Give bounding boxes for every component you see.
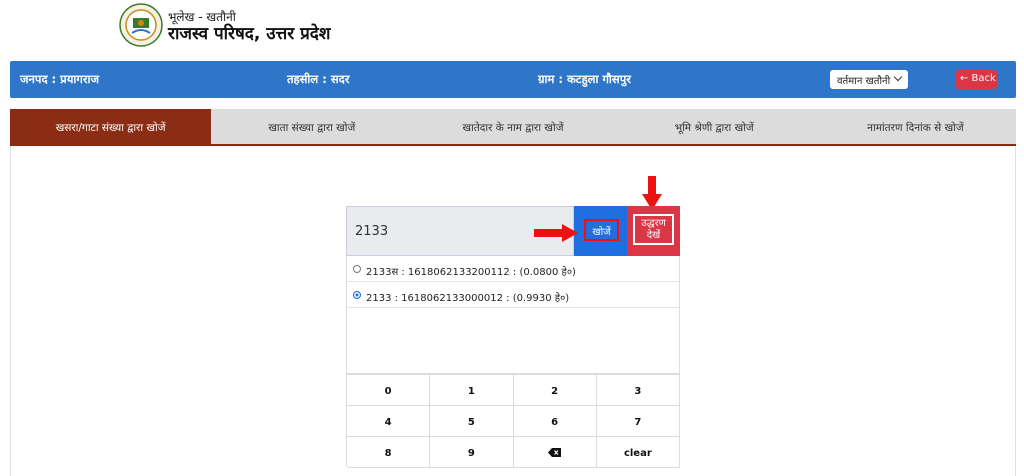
tab-khasra-search[interactable]: खसरा/गाटा संख्या द्वारा खोजें bbox=[10, 109, 212, 144]
key-backspace[interactable] bbox=[513, 437, 597, 468]
search-row: 2133 खोजें उद्धरण देखें bbox=[346, 206, 680, 256]
key-9[interactable]: 9 bbox=[430, 437, 514, 468]
search-button[interactable]: खोजें bbox=[574, 206, 627, 256]
result-text: 2133 : 1618062133000012 : (0.9930 हे०) bbox=[366, 293, 570, 304]
key-7[interactable]: 7 bbox=[596, 406, 680, 437]
view-extract-button-label: उद्धरण देखें bbox=[633, 214, 674, 245]
key-clear[interactable]: clear bbox=[596, 437, 680, 468]
view-extract-label-line1: उद्धरण bbox=[641, 218, 666, 229]
tab-mutation-date-search[interactable]: नामांतरण दिनांक से खोजें bbox=[815, 109, 1016, 144]
key-8[interactable]: 8 bbox=[347, 437, 431, 468]
view-extract-button[interactable]: उद्धरण देखें bbox=[627, 206, 680, 256]
numeric-keypad: 0 1 2 3 4 5 6 7 8 9 clear bbox=[346, 374, 680, 468]
tehsil-label: तहसील : सदर bbox=[287, 72, 350, 86]
tab-khata-search[interactable]: खाता संख्या द्वारा खोजें bbox=[211, 109, 412, 144]
list-item[interactable]: 2133 : 1618062133000012 : (0.9930 हे०) bbox=[347, 282, 679, 308]
district-label: जनपद : प्रयागराज bbox=[20, 72, 100, 86]
search-button-label: खोजें bbox=[584, 219, 619, 241]
key-2[interactable]: 2 bbox=[513, 375, 597, 406]
list-item[interactable]: 2133स : 1618062133200112 : (0.0800 हे०) bbox=[347, 256, 679, 282]
khatauni-select-value: वर्तमान खतौनी bbox=[837, 76, 891, 87]
village-label: ग्राम : कटहुला गौसपुर bbox=[538, 72, 631, 86]
key-5[interactable]: 5 bbox=[430, 406, 514, 437]
key-0[interactable]: 0 bbox=[347, 375, 431, 406]
search-tabs: खसरा/गाटा संख्या द्वारा खोजें खाता संख्य… bbox=[10, 109, 1016, 146]
annotation-arrow-right-icon bbox=[534, 224, 578, 242]
result-radio[interactable] bbox=[353, 265, 361, 273]
key-4[interactable]: 4 bbox=[347, 406, 431, 437]
view-extract-label-line2: देखें bbox=[646, 230, 661, 241]
back-button[interactable]: ← Back bbox=[955, 70, 997, 89]
chevron-down-icon bbox=[893, 72, 903, 82]
tab-land-category-search[interactable]: भूमि श्रेणी द्वारा खोजें bbox=[614, 109, 815, 144]
key-6[interactable]: 6 bbox=[513, 406, 597, 437]
tab-owner-name-search[interactable]: खातेदार के नाम द्वारा खोजें bbox=[412, 109, 613, 144]
key-1[interactable]: 1 bbox=[430, 375, 514, 406]
search-results-list: 2133स : 1618062133200112 : (0.0800 हे०) … bbox=[346, 256, 680, 374]
khatauni-select[interactable]: वर्तमान खतौनी bbox=[830, 70, 908, 89]
up-emblem-logo bbox=[119, 3, 163, 47]
result-text: 2133स : 1618062133200112 : (0.0800 हे०) bbox=[366, 267, 576, 278]
annotation-arrow-down-icon bbox=[642, 176, 662, 210]
key-3[interactable]: 3 bbox=[596, 375, 680, 406]
result-radio-selected[interactable] bbox=[353, 291, 361, 299]
location-infobar: जनपद : प्रयागराज तहसील : सदर ग्राम : कटह… bbox=[10, 61, 1016, 98]
site-header: भूलेख - खतौनी राजस्व परिषद, उत्तर प्रदेश bbox=[0, 0, 1024, 52]
site-title: राजस्व परिषद, उत्तर प्रदेश bbox=[168, 24, 331, 44]
backspace-icon bbox=[548, 448, 562, 457]
